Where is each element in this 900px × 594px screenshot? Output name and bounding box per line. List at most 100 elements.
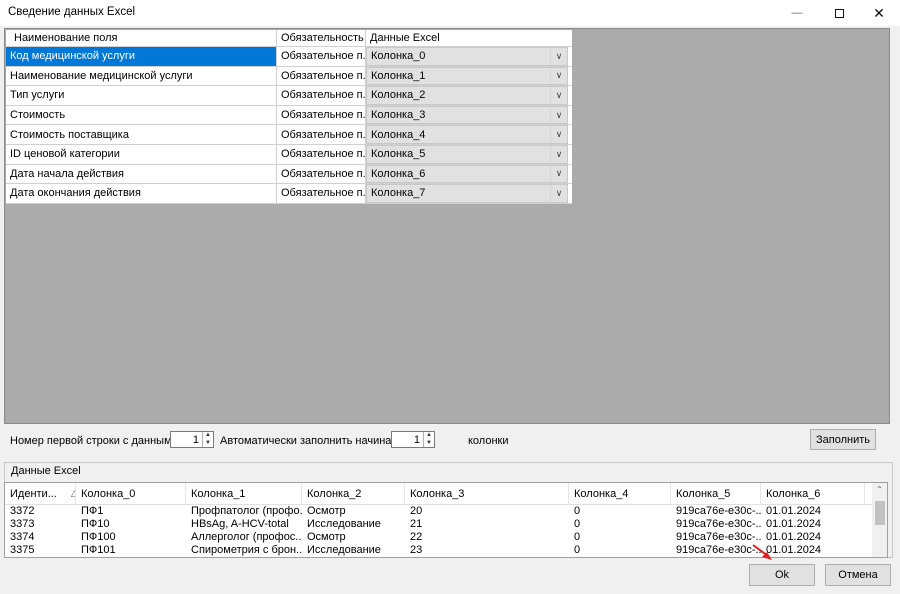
field-name-cell[interactable]: Стоимость — [6, 105, 277, 125]
mapping-row[interactable]: Стоимость Обязательное п... Колонка_3 ∨ — [6, 105, 572, 126]
mapping-row[interactable]: Дата начала действия Обязательное п... Кол… — [6, 164, 572, 185]
dialog-footer: Ok Отмена — [0, 558, 900, 594]
table-cell: 3373 — [10, 518, 35, 530]
autofill-label: Автоматически заполнить начиная с — [220, 435, 406, 447]
column-value: Колонка_4 — [371, 128, 426, 141]
scroll-up-icon[interactable]: ⌃ — [872, 485, 887, 494]
required-cell[interactable]: Обязательное п... — [277, 86, 366, 105]
column-header[interactable]: Колонка_6 — [761, 483, 865, 504]
maximize-button[interactable] — [818, 0, 860, 26]
column-combobox[interactable]: Колонка_4 ∨ — [366, 125, 568, 144]
table-cell: 21 — [410, 518, 423, 530]
table-row[interactable]: 3373 ПФ10 HBsAg, A-HCV-total Исследование 21… — [5, 518, 887, 531]
excel-column-select[interactable]: Колонка_6 ∨ — [366, 164, 572, 184]
fill-button[interactable]: Заполнить — [810, 429, 876, 450]
mapping-row[interactable]: ID ценовой категории Обязательное п... Кол… — [6, 144, 572, 165]
required-cell[interactable]: Обязательное п... — [277, 105, 366, 125]
chevron-down-icon[interactable]: ∨ — [550, 145, 567, 163]
chevron-down-icon[interactable]: ∨ — [550, 48, 567, 65]
column-header[interactable]: Иденти... △ — [5, 483, 76, 504]
column-combobox[interactable]: Колонка_1 ∨ — [366, 66, 568, 86]
excel-column-select[interactable]: Колонка_5 ∨ — [366, 144, 572, 164]
excel-column-select[interactable]: Колонка_3 ∨ — [366, 105, 572, 125]
minimize-button[interactable]: — — [776, 0, 818, 26]
chevron-down-icon[interactable]: ∨ — [550, 165, 567, 183]
excel-column-select[interactable]: Колонка_4 ∨ — [366, 125, 572, 144]
close-icon: ✕ — [873, 4, 885, 21]
header-field-name[interactable]: Наименование поля — [6, 30, 277, 46]
vertical-scrollbar[interactable]: ⌃ — [872, 483, 887, 557]
table-cell: ПФ1 — [81, 505, 104, 517]
table-cell: 01.01.2024 — [766, 518, 822, 530]
spin-down-icon[interactable]: ▼ — [203, 440, 213, 448]
cancel-button[interactable]: Отмена — [825, 564, 891, 586]
required-cell[interactable]: Обязательное п... — [277, 47, 366, 66]
first-row-label: Номер первой строки с данными — [10, 435, 178, 447]
table-cell: 919ca76e-e30c-... — [676, 544, 761, 556]
table-row[interactable]: 3374 ПФ100 Аллерголог (профос... Осмотр 22 0 9… — [5, 531, 887, 544]
first-row-spinner[interactable]: 1 ▲ ▼ — [170, 431, 214, 448]
field-name-cell[interactable]: Дата начала действия — [6, 164, 277, 184]
mapping-row[interactable]: Код медицинской услуги Обязательное п... К… — [6, 47, 572, 67]
field-name-cell[interactable]: ID ценовой категории — [6, 144, 277, 164]
field-name-cell[interactable]: Стоимость поставщика — [6, 125, 277, 144]
excel-column-select[interactable]: Колонка_7 ∨ — [366, 184, 572, 203]
required-cell[interactable]: Обязательное п... — [277, 184, 366, 203]
spin-down-icon[interactable]: ▼ — [424, 440, 434, 448]
required-cell[interactable]: Обязательное п... — [277, 125, 366, 144]
field-name-cell[interactable]: Наименование медицинской услуги — [6, 66, 277, 86]
chevron-down-icon[interactable]: ∨ — [550, 185, 567, 202]
header-excel-data[interactable]: Данные Excel — [366, 30, 572, 46]
column-combobox[interactable]: Колонка_6 ∨ — [366, 164, 568, 184]
table-cell: 919ca76e-e30c-... — [676, 518, 761, 530]
first-row-value[interactable]: 1 — [171, 434, 202, 446]
autofill-value[interactable]: 1 — [392, 434, 423, 446]
spin-up-icon[interactable]: ▲ — [424, 432, 434, 440]
columns-label: колонки — [468, 435, 509, 447]
column-value: Колонка_5 — [371, 148, 426, 161]
column-header[interactable]: Колонка_0 — [76, 483, 186, 504]
column-header[interactable]: Колонка_3 — [405, 483, 569, 504]
table-cell: 01.01.2024 — [766, 505, 822, 517]
autofill-spinner[interactable]: 1 ▲ ▼ — [391, 431, 435, 448]
column-combobox[interactable]: Колонка_2 ∨ — [366, 86, 568, 105]
required-cell[interactable]: Обязательное п... — [277, 164, 366, 184]
ok-button[interactable]: Ok — [749, 564, 815, 586]
excel-column-select[interactable]: Колонка_1 ∨ — [366, 66, 572, 86]
chevron-down-icon[interactable]: ∨ — [550, 87, 567, 104]
chevron-down-icon[interactable]: ∨ — [550, 67, 567, 85]
chevron-down-icon[interactable]: ∨ — [550, 106, 567, 124]
table-cell: ПФ10 — [81, 518, 110, 530]
column-header[interactable]: Колонка_2 — [302, 483, 405, 504]
close-button[interactable]: ✕ — [858, 0, 900, 26]
spin-up-icon[interactable]: ▲ — [203, 432, 213, 440]
column-header[interactable]: Колонка_1 — [186, 483, 302, 504]
table-cell: 20 — [410, 505, 423, 517]
required-cell[interactable]: Обязательное п... — [277, 144, 366, 164]
table-cell: Осмотр — [307, 505, 346, 517]
table-cell: 3372 — [10, 505, 35, 517]
mapping-row[interactable]: Наименование медицинской услуги Обязатель… — [6, 66, 572, 87]
excel-column-select[interactable]: Колонка_2 ∨ — [366, 86, 572, 105]
red-arrow-pointer-icon — [752, 544, 772, 560]
scroll-thumb[interactable] — [875, 501, 885, 525]
column-combobox[interactable]: Колонка_3 ∨ — [366, 105, 568, 125]
column-header[interactable]: Колонка_4 — [569, 483, 671, 504]
column-combobox[interactable]: Колонка_7 ∨ — [366, 184, 568, 203]
mapping-row[interactable]: Стоимость поставщика Обязательное п... Кол… — [6, 125, 572, 145]
mapping-row[interactable]: Тип услуги Обязательное п... Колонка_2 ∨ — [6, 86, 572, 106]
excel-grid-header: Иденти... △ Колонка_0 Колонка_1 Колонка_… — [5, 483, 887, 505]
header-required[interactable]: Обязательность — [277, 30, 366, 46]
column-header[interactable]: Колонка_5 — [671, 483, 761, 504]
field-name-cell[interactable]: Код медицинской услуги — [6, 47, 277, 66]
excel-column-select[interactable]: Колонка_0 ∨ — [366, 47, 572, 66]
column-combobox[interactable]: Колонка_0 ∨ — [366, 47, 568, 66]
window-title: Сведение данных Excel — [8, 6, 136, 18]
table-row[interactable]: 3372 ПФ1 Профпатолог (профо... Осмотр 20 0 919… — [5, 505, 887, 518]
field-name-cell[interactable]: Тип услуги — [6, 86, 277, 105]
mapping-row[interactable]: Дата окончания действия Обязательное п...… — [6, 184, 572, 204]
required-cell[interactable]: Обязательное п... — [277, 66, 366, 86]
chevron-down-icon[interactable]: ∨ — [550, 126, 567, 143]
field-name-cell[interactable]: Дата окончания действия — [6, 184, 277, 203]
column-combobox[interactable]: Колонка_5 ∨ — [366, 144, 568, 164]
